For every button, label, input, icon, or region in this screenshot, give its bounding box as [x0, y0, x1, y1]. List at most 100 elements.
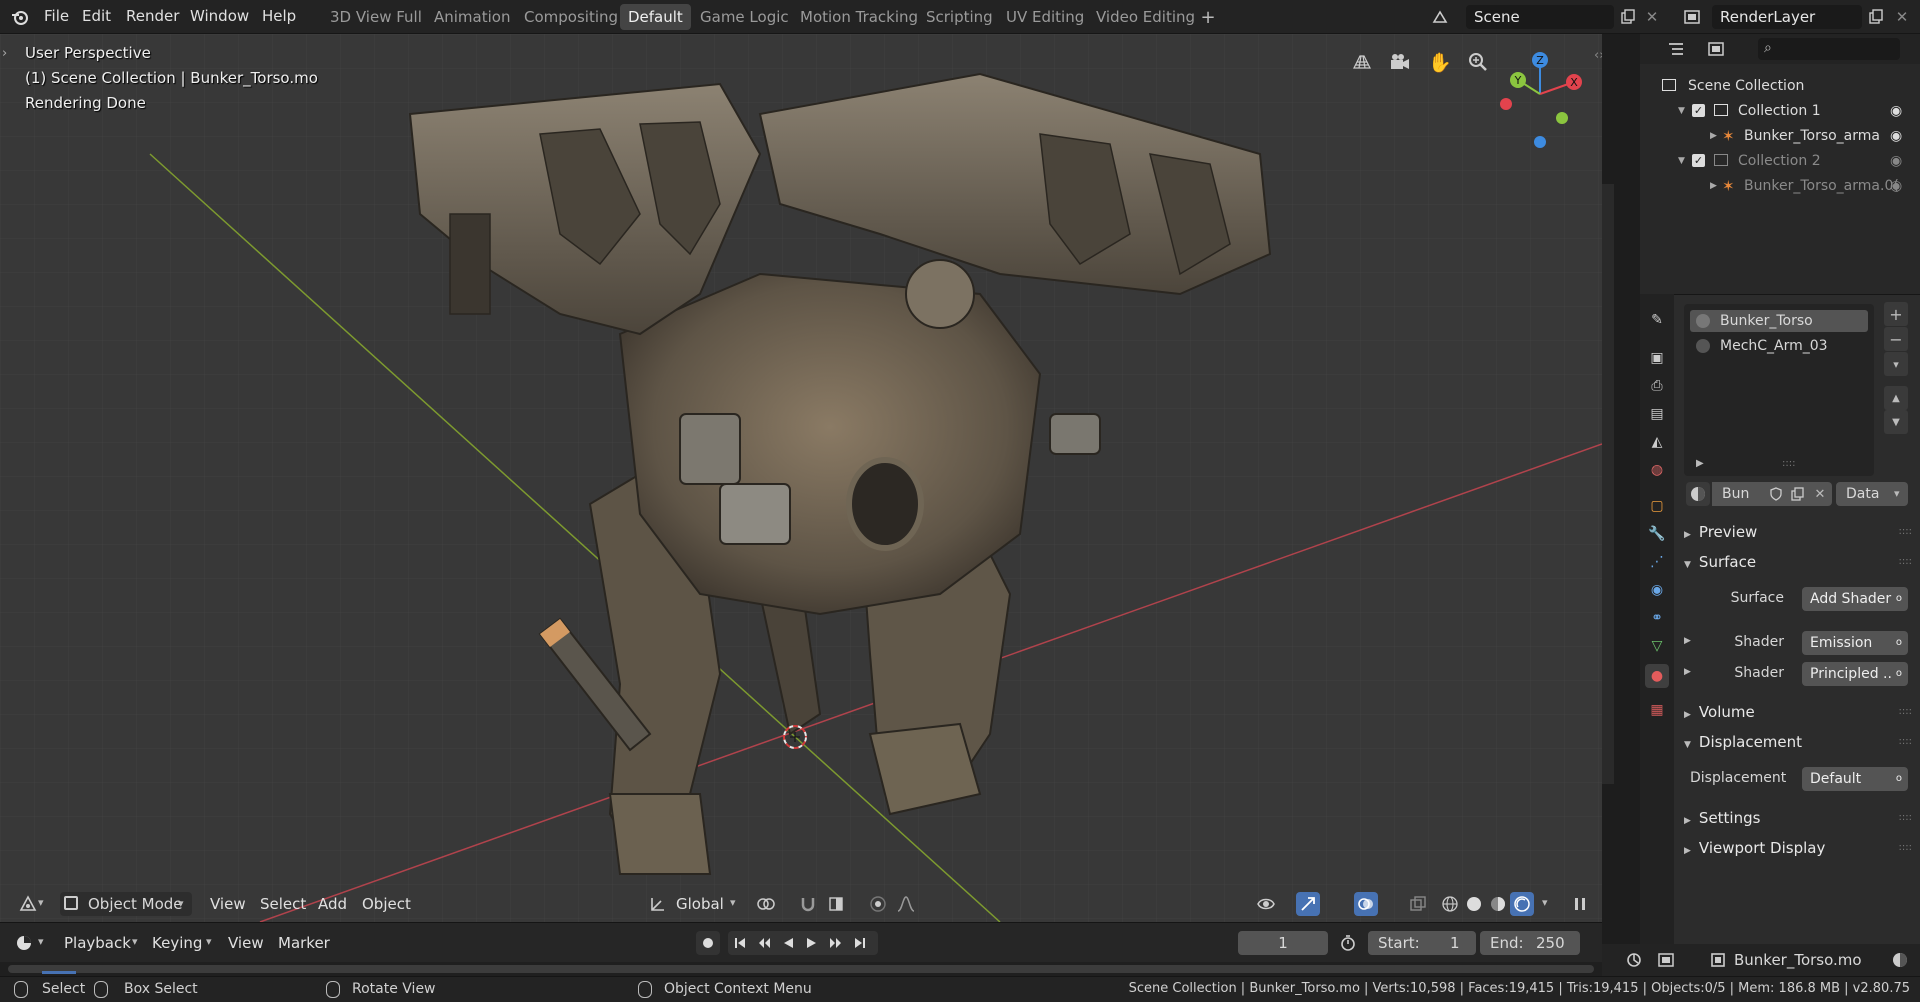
solid-shading-icon[interactable]: [1462, 892, 1486, 916]
panel-volume[interactable]: ▶ Volume ::::: [1684, 698, 1912, 726]
start-frame-field[interactable]: Start: 1: [1368, 931, 1476, 955]
visibility-selectability-icon[interactable]: [1254, 892, 1278, 916]
eye-visibility-icon[interactable]: ◉: [1890, 124, 1902, 148]
menu-playback[interactable]: Playback: [64, 931, 131, 955]
material-slot-item[interactable]: MechC_Arm_03: [1690, 335, 1868, 357]
pan-hand-icon[interactable]: ✋: [1428, 50, 1452, 74]
camera-view-icon[interactable]: [1388, 50, 1412, 74]
delete-scene-icon[interactable]: ✕: [1640, 5, 1664, 29]
drag-handle-icon[interactable]: ::::: [1899, 804, 1912, 832]
menu-render[interactable]: Render: [126, 7, 179, 25]
tool-tab-icon[interactable]: ✎: [1645, 308, 1669, 332]
delete-view-layer-icon[interactable]: ✕: [1890, 5, 1914, 29]
menu-add[interactable]: Add: [318, 892, 347, 916]
timeline-scrubber[interactable]: [0, 962, 1602, 976]
timeline-scrollbar[interactable]: [8, 965, 1594, 973]
scene-tab-icon[interactable]: ◭: [1645, 430, 1669, 454]
material-name-field[interactable]: Bun: [1712, 482, 1764, 506]
panel-settings[interactable]: ▶ Settings ::::: [1684, 804, 1912, 832]
panel-surface[interactable]: ▼ Surface ::::: [1684, 548, 1912, 576]
particles-tab-icon[interactable]: ⋰: [1645, 550, 1669, 574]
shader2-field[interactable]: Principled .. o: [1802, 662, 1908, 686]
tab-motion-tracking[interactable]: Motion Tracking: [792, 4, 926, 30]
add-workspace-icon[interactable]: +: [1196, 5, 1220, 29]
render-tab-icon[interactable]: ▣: [1645, 346, 1669, 370]
drag-handle-icon[interactable]: ::::: [1899, 518, 1912, 546]
pivot-point-icon[interactable]: [754, 892, 778, 916]
editor-type-icon[interactable]: [16, 892, 40, 916]
tab-animation[interactable]: Animation: [426, 4, 518, 30]
unlink-material-icon[interactable]: ✕: [1808, 482, 1832, 506]
outliner-row[interactable]: ▼ ✓ Collection 1 ◉: [1640, 99, 1920, 123]
falloff-icon[interactable]: [894, 892, 918, 916]
chevron-down-icon[interactable]: ▾: [206, 935, 212, 948]
world-tab-icon[interactable]: ◍: [1645, 458, 1669, 482]
object-context-icon[interactable]: [1706, 948, 1730, 972]
proportional-editing-icon[interactable]: [866, 892, 890, 916]
new-scene-icon[interactable]: [1616, 5, 1640, 29]
drag-handle-icon[interactable]: ::::: [1899, 728, 1912, 756]
eye-visibility-icon[interactable]: ◉: [1890, 149, 1902, 173]
outliner-row[interactable]: ▼ ✓ Collection 2 ◉: [1640, 149, 1920, 173]
panel-preview[interactable]: ▶ Preview ::::: [1684, 518, 1912, 546]
view-layer-tab-icon[interactable]: ▤: [1645, 402, 1669, 426]
scene-selector-icon[interactable]: [1428, 5, 1452, 29]
outliner-editor-icon[interactable]: [1664, 37, 1688, 61]
3d-viewport[interactable]: Z X Y User Perspective (1) Scene Collect…: [0, 34, 1602, 922]
prev-keyframe-icon[interactable]: [752, 931, 776, 955]
chevron-down-icon[interactable]: ▾: [132, 935, 138, 948]
material-slot-item[interactable]: Bunker_Torso: [1690, 310, 1868, 332]
display-mode-icon[interactable]: [1704, 37, 1728, 61]
outliner-row[interactable]: Scene Collection: [1640, 74, 1920, 98]
menu-window[interactable]: Window: [190, 7, 249, 25]
menu-select[interactable]: Select: [260, 892, 306, 916]
collection-checkbox[interactable]: ✓: [1692, 104, 1705, 117]
eye-visibility-icon[interactable]: ◉: [1890, 174, 1902, 198]
record-icon[interactable]: [696, 931, 720, 955]
link-dropdown[interactable]: Data ▾: [1836, 482, 1908, 506]
duplicate-material-icon[interactable]: [1786, 482, 1810, 506]
tab-video-editing[interactable]: Video Editing: [1088, 4, 1203, 30]
physics-tab-icon[interactable]: ◉: [1645, 578, 1669, 602]
expand-arrow-icon[interactable]: ▶: [1710, 124, 1717, 148]
surface-shader-field[interactable]: Add Shader o: [1802, 587, 1908, 611]
end-frame-field[interactable]: End: 250: [1480, 931, 1580, 955]
panel-displacement[interactable]: ▼ Displacement ::::: [1684, 728, 1912, 756]
expand-arrow-icon[interactable]: ▶: [1710, 174, 1717, 198]
play-icon[interactable]: [800, 931, 824, 955]
output-tab-icon[interactable]: ⎙: [1645, 374, 1669, 398]
mode-dropdown[interactable]: Object Mode ▾: [60, 892, 192, 916]
material-context-icon[interactable]: [1888, 948, 1912, 972]
menu-keying[interactable]: Keying: [152, 931, 202, 955]
material-tab-icon[interactable]: ●: [1645, 664, 1669, 688]
transform-orientation-dropdown[interactable]: Global: [676, 892, 724, 916]
tab-default[interactable]: Default: [620, 4, 691, 30]
texture-tab-icon[interactable]: ▦: [1645, 698, 1669, 722]
zoom-icon[interactable]: [1466, 50, 1490, 74]
new-view-layer-icon[interactable]: [1864, 5, 1888, 29]
menu-edit[interactable]: Edit: [82, 7, 111, 25]
chevron-down-icon[interactable]: ▾: [38, 896, 44, 909]
menu-file[interactable]: File: [44, 7, 69, 25]
current-frame-field[interactable]: 1: [1238, 931, 1328, 955]
data-tab-icon[interactable]: ▽: [1645, 634, 1669, 658]
displacement-field[interactable]: Default o: [1802, 767, 1908, 791]
object-tab-icon[interactable]: ▢: [1645, 494, 1669, 518]
jump-start-icon[interactable]: [728, 931, 752, 955]
tab-uv-editing[interactable]: UV Editing: [998, 4, 1092, 30]
menu-view[interactable]: View: [210, 892, 246, 916]
panel-viewport-display[interactable]: ▶ Viewport Display ::::: [1684, 834, 1912, 862]
tab-scripting[interactable]: Scripting: [918, 4, 1001, 30]
timeline-editor-icon[interactable]: [12, 931, 36, 955]
timer-icon[interactable]: [1336, 931, 1360, 955]
chevron-down-icon[interactable]: ▾: [38, 935, 44, 948]
tab-game-logic[interactable]: Game Logic: [692, 4, 797, 30]
view-layer-field[interactable]: RenderLayer: [1712, 5, 1862, 29]
move-down-icon[interactable]: ▼: [1884, 410, 1908, 434]
material-browse-icon[interactable]: [1686, 482, 1710, 506]
toolbar-toggle-icon[interactable]: ›: [2, 46, 7, 61]
rendered-shading-icon[interactable]: [1510, 892, 1534, 916]
perspective-toggle-icon[interactable]: [1350, 50, 1374, 74]
snap-icon[interactable]: [796, 892, 820, 916]
menu-help[interactable]: Help: [262, 7, 296, 25]
